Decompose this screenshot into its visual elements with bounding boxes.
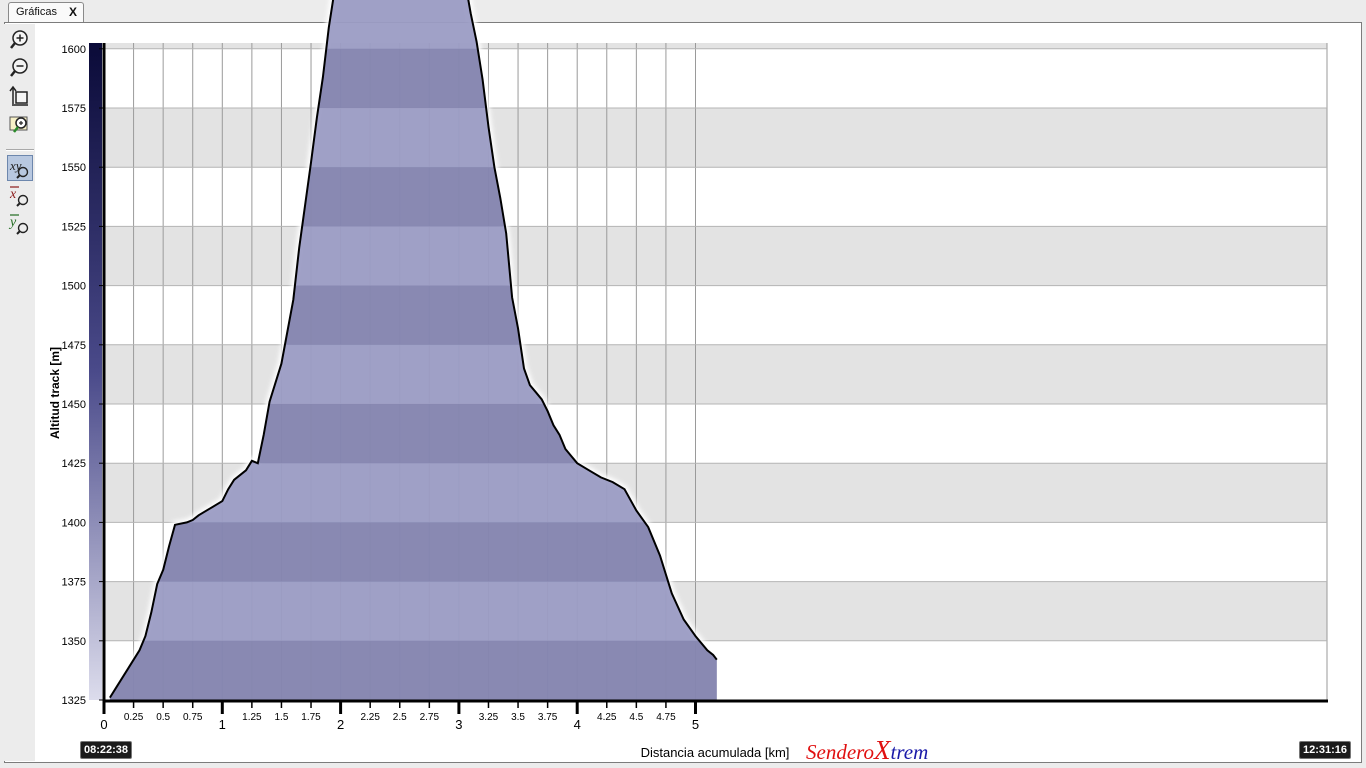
x-tick-label: 3.5 [511, 712, 525, 723]
y-axis-label: Altitud track [m] [48, 347, 62, 439]
x-tick-label: 3.25 [479, 712, 499, 723]
x-tick-label: 2.25 [360, 712, 380, 723]
y-tick-label: 1525 [62, 221, 86, 233]
end-time-badge: 12:31:16 [1299, 741, 1352, 759]
grid-band [105, 226, 1327, 286]
y-tick-label: 1425 [62, 458, 86, 470]
y-tick-label: 1550 [62, 162, 86, 174]
grid-band [105, 43, 1327, 49]
brand-part2: X [874, 735, 891, 765]
brand-part3: trem [890, 740, 929, 764]
area-stripe [109, 640, 717, 700]
x-tick-label: 0.5 [156, 712, 170, 723]
x-tick-label: 3 [455, 717, 462, 732]
area-stripe [109, 522, 717, 582]
y-tick-label: 1475 [62, 340, 86, 352]
y-tick-label: 1600 [62, 44, 86, 56]
y-tick-label: 1375 [62, 577, 86, 589]
x-tick-label: 4.5 [629, 712, 643, 723]
x-tick-label: 4.25 [597, 712, 617, 723]
y-tick-label: 1575 [62, 103, 86, 115]
area-stripe [109, 167, 717, 227]
x-axis-label: Distancia acumulada [km] [641, 745, 790, 760]
area-stripe [109, 404, 717, 464]
x-tick-label: 1.5 [274, 712, 288, 723]
x-tick-label: 2.5 [393, 712, 407, 723]
x-tick-label: 0 [100, 717, 107, 732]
x-tick-label: 5 [692, 717, 699, 732]
x-tick-label: 1.75 [301, 712, 321, 723]
x-tick-label: 3.75 [538, 712, 558, 723]
start-time-badge: 08:22:38 [80, 741, 133, 759]
x-tick-label: 1 [219, 717, 226, 732]
y-tick-label: 1325 [62, 695, 86, 707]
x-tick-label: 4.75 [656, 712, 676, 723]
elevation-profile-chart: 1325135013751400142514501475150015251550… [48, 0, 1328, 760]
area-stripe [109, 48, 717, 108]
brand-part1: Sendero [806, 740, 875, 764]
grid-band [105, 108, 1327, 168]
x-tick-label: 0.25 [124, 712, 144, 723]
y-tick-label: 1400 [62, 517, 86, 529]
sendero-xtrem-logo: SenderoXtrem [806, 735, 928, 766]
x-tick-label: 4 [574, 717, 581, 732]
x-tick-label: 2.75 [420, 712, 440, 723]
x-axis-ticks: 0 0.25 0.5 0.75 1 1.25 1.5 1.75 2 2.25 2.5 2.75 3 3.2… [100, 700, 699, 732]
x-tick-label: 2 [337, 717, 344, 732]
y-tick-label: 1500 [62, 281, 86, 293]
y-tick-label: 1450 [62, 399, 86, 411]
x-tick-label: 0.75 [183, 712, 203, 723]
y-axis-color-bar [89, 43, 102, 700]
x-tick-label: 1.25 [242, 712, 262, 723]
y-tick-label: 1350 [62, 636, 86, 648]
